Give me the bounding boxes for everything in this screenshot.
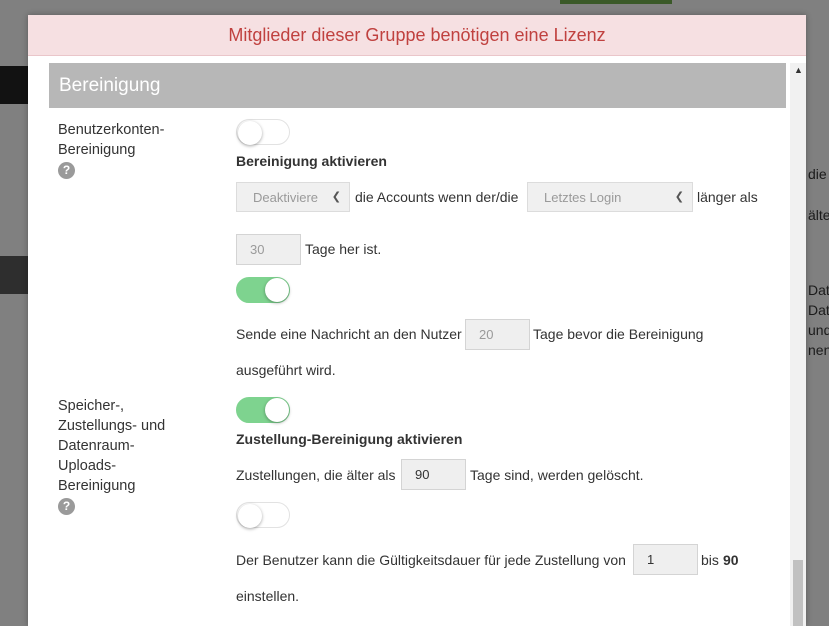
set-text: einstellen.	[236, 588, 300, 604]
notify-text-line2: ausgeführt wird.	[236, 362, 336, 378]
action-select-value: Deaktiviere	[253, 189, 319, 205]
chevron-down-icon: ❮	[674, 191, 684, 203]
chevron-down-icon: ❮	[331, 191, 341, 203]
delivery-cleanup-toggle[interactable]	[236, 397, 290, 423]
toggle-knob	[238, 504, 262, 528]
label-line: Speicher-,	[58, 398, 125, 414]
toggle-knob	[265, 398, 289, 422]
notify-toggle[interactable]	[236, 277, 290, 303]
to-text: bis	[701, 552, 719, 568]
toggle-knob	[238, 121, 262, 145]
account-cleanup-enable-label: Bereinigung aktivieren	[236, 153, 387, 169]
delivery-days-input[interactable]: 90	[401, 459, 466, 490]
validity-toggle[interactable]	[236, 502, 290, 528]
account-cleanup-label: Benutzerkonten- Bereinigung ?	[58, 120, 164, 180]
scrollbar[interactable]: ▲	[790, 63, 806, 626]
validity-text: Der Benutzer kann die Gültigkeitsdauer f…	[236, 552, 626, 568]
delivery-cleanup-label: Speicher-, Zustellungs- und Datenraum- U…	[58, 396, 165, 516]
label-line: Uploads-	[58, 458, 117, 474]
label-line: Bereinigung	[58, 478, 136, 494]
toggle-knob	[265, 278, 289, 302]
help-icon[interactable]: ?	[58, 498, 75, 515]
validity-max-value: 90	[723, 552, 739, 568]
settings-modal: Mitglieder dieser Gruppe benötigen eine …	[28, 15, 806, 626]
days-ago-text: Tage her ist.	[305, 241, 382, 257]
accounts-when-text: die Accounts wenn der/die	[355, 189, 519, 205]
notify-text-after: Tage bevor die Bereinigung	[533, 326, 704, 342]
criterion-select[interactable]: Letztes Login ❮	[527, 182, 693, 212]
scroll-up-arrow-icon[interactable]: ▲	[794, 65, 803, 75]
label-line: Zustellungs- und	[58, 418, 166, 434]
account-cleanup-toggle[interactable]	[236, 119, 290, 145]
label-line: Bereinigung	[58, 142, 136, 158]
delivery-cleanup-enable-label: Zustellung-Bereinigung aktivieren	[236, 431, 463, 447]
label-line: Benutzerkonten-	[58, 122, 165, 138]
action-select[interactable]: Deaktiviere ❮	[236, 182, 350, 212]
deleted-text: Tage sind, werden gelöscht.	[470, 467, 644, 483]
notify-text: Sende eine Nachricht an den Nutzer	[236, 326, 462, 342]
longer-than-text: länger als	[697, 189, 758, 205]
scrollbar-thumb[interactable]	[793, 560, 803, 626]
criterion-select-value: Letztes Login	[544, 189, 622, 205]
label-line: Datenraum-	[58, 438, 135, 454]
notify-days-input[interactable]: 20	[465, 319, 530, 350]
section-header: Bereinigung	[49, 63, 786, 108]
help-icon[interactable]: ?	[58, 162, 75, 179]
section-title: Bereinigung	[59, 74, 161, 96]
validity-min-input[interactable]: 1	[633, 544, 698, 575]
license-banner: Mitglieder dieser Gruppe benötigen eine …	[28, 15, 806, 56]
older-than-text: Zustellungen, die älter als	[236, 467, 396, 483]
account-days-input[interactable]: 30	[236, 234, 301, 265]
